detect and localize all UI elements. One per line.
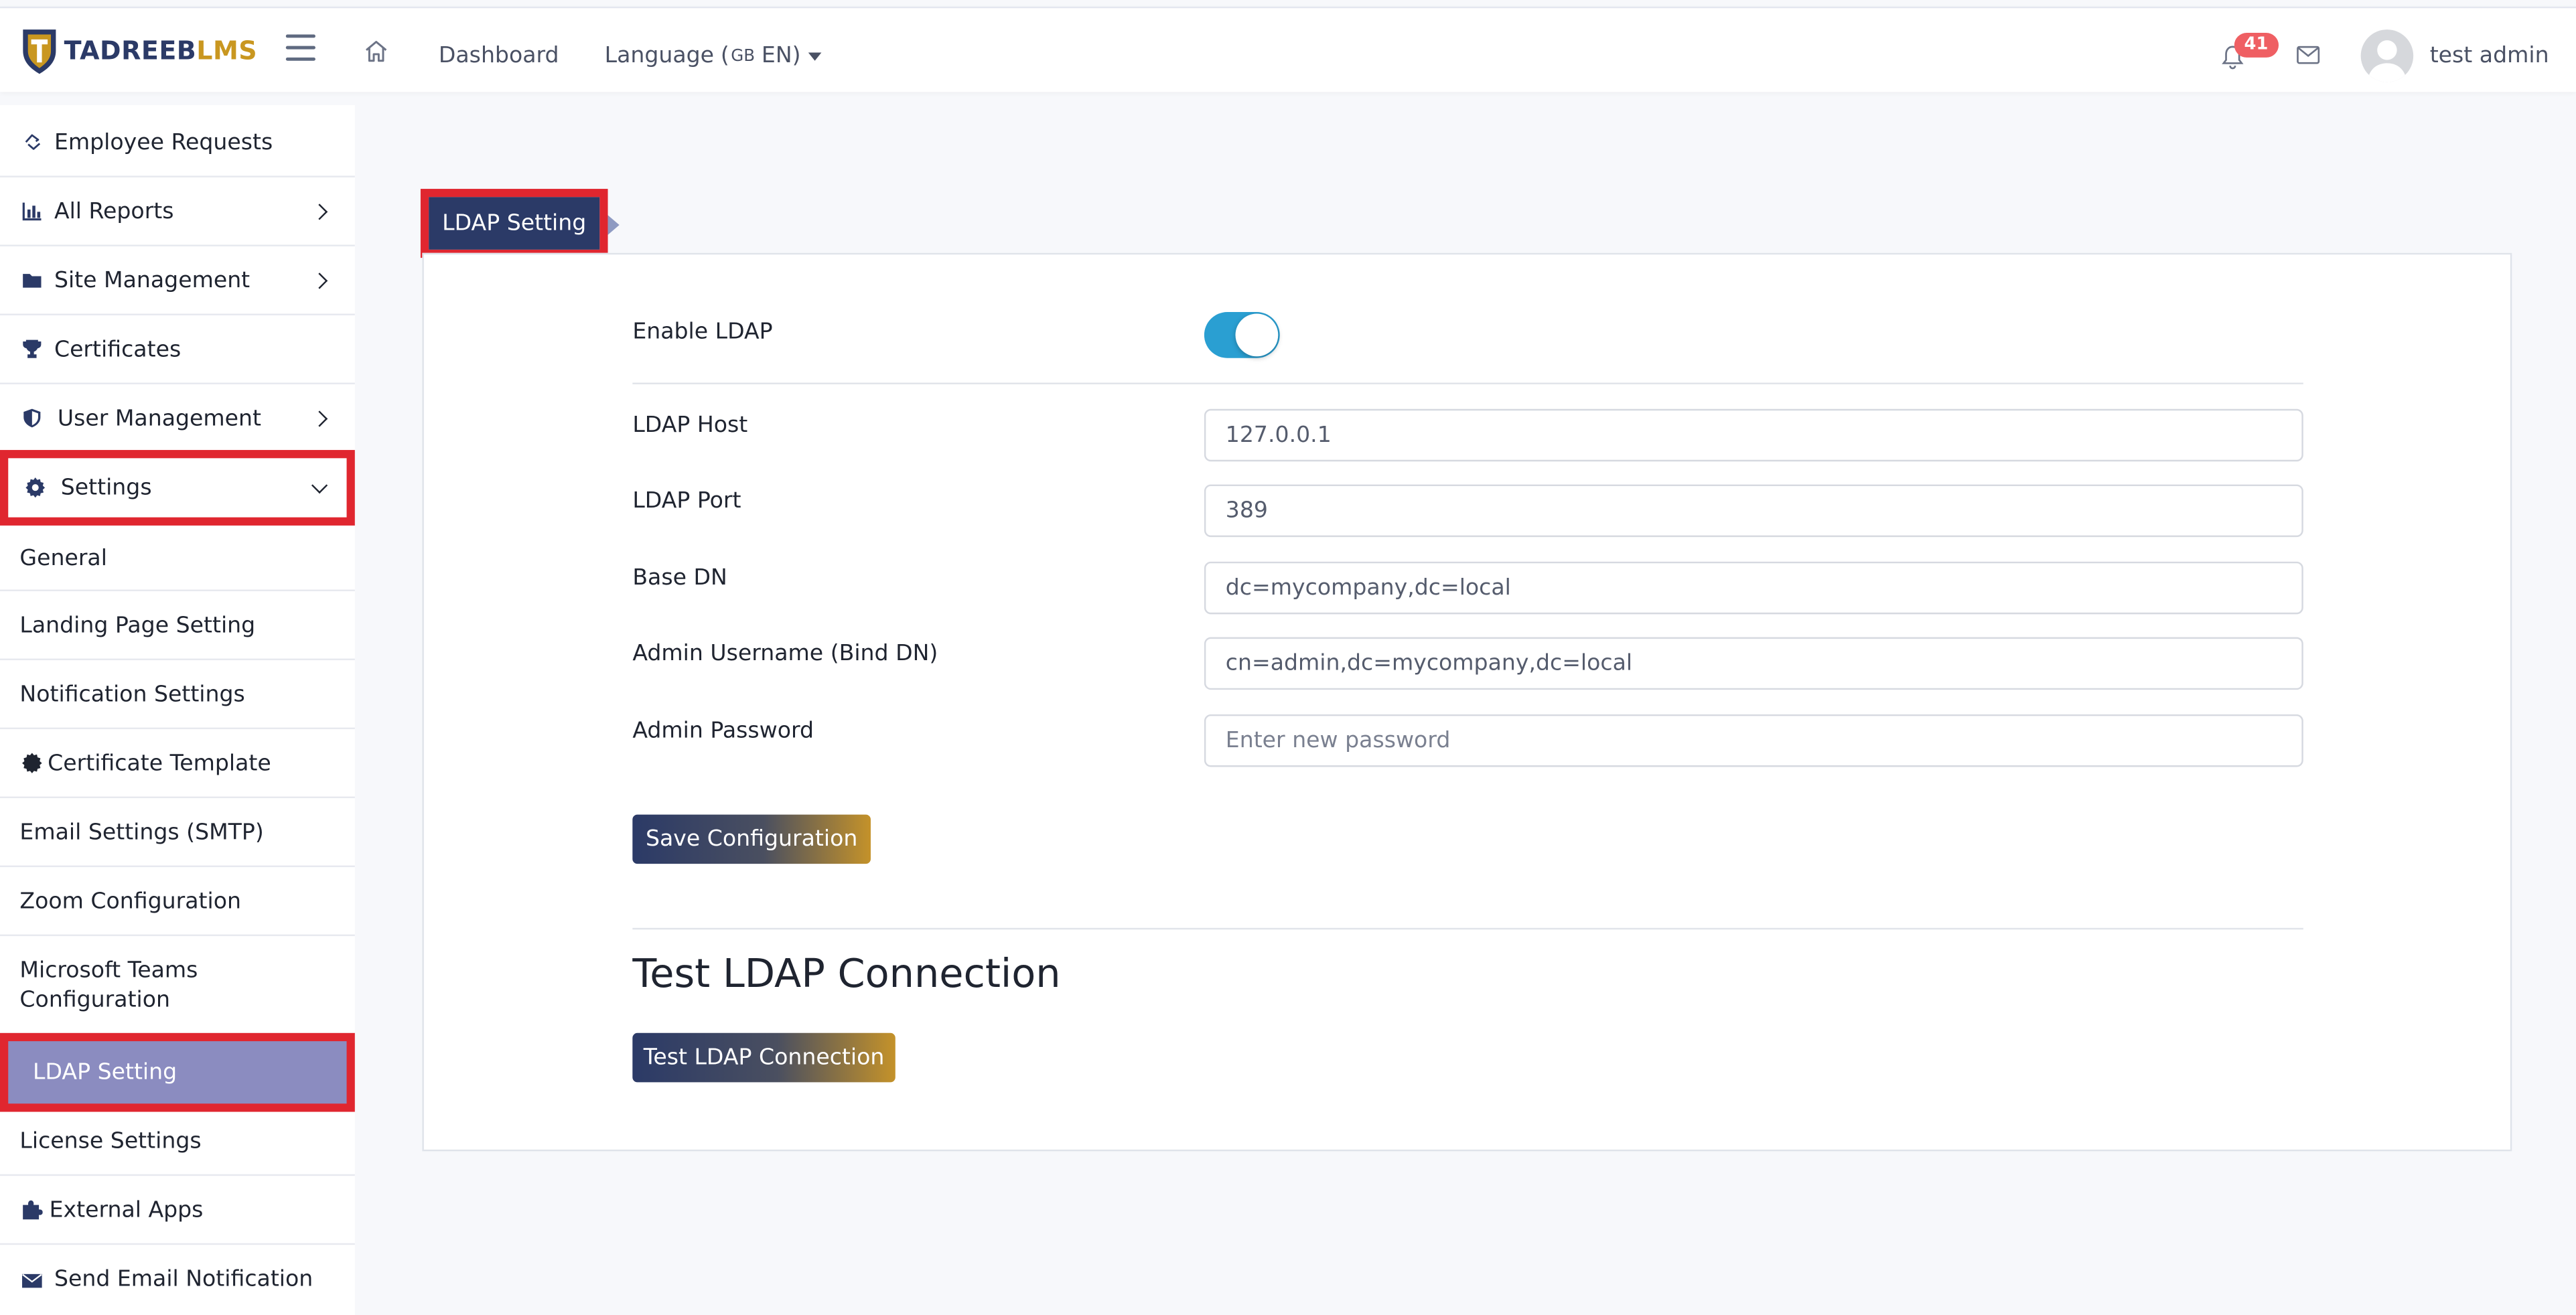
- sidebar-item-notification-settings[interactable]: Notification Settings: [0, 660, 355, 730]
- sidebar-item-general[interactable]: General: [0, 526, 355, 592]
- sidebar-item-certificate-template[interactable]: Certificate Template: [0, 729, 355, 799]
- flag-gb-icon: GB: [731, 46, 756, 65]
- hand-icon: [19, 131, 42, 153]
- shield-logo-icon: [23, 29, 56, 74]
- admin-username-label: Admin Username (Bind DN): [632, 640, 938, 667]
- chevron-down-icon: [311, 476, 328, 493]
- tab-arrow-icon: [607, 215, 620, 235]
- sidebar-item-zoom-configuration[interactable]: Zoom Configuration: [0, 867, 355, 937]
- enable-ldap-toggle[interactable]: [1204, 312, 1280, 358]
- sidebar-item-label: External Apps: [49, 1196, 204, 1223]
- sidebar-item-label: Notification Settings: [19, 680, 245, 707]
- sidebar: Employee Requests All Reports Site Manag…: [0, 104, 355, 1315]
- app-root: TADREEBLMS Dashboard Language ( GB EN ) …: [0, 0, 2576, 1315]
- notification-count-badge: 41: [2234, 33, 2279, 58]
- caret-down-icon: [808, 52, 822, 61]
- ldap-host-input[interactable]: 127.0.0.1: [1204, 408, 2303, 462]
- sidebar-item-label: Landing Page Setting: [19, 611, 256, 638]
- language-paren-open: (: [720, 42, 729, 70]
- sidebar-item-label: Zoom Configuration: [19, 887, 241, 914]
- sidebar-item-settings[interactable]: Settings: [0, 450, 355, 526]
- chevron-right-icon: [311, 203, 328, 220]
- shield-icon: [19, 406, 42, 429]
- language-dropdown[interactable]: Language ( GB EN ): [605, 43, 822, 69]
- sidebar-item-label: Site Management: [54, 266, 251, 293]
- language-code: EN: [761, 42, 792, 70]
- puzzle-icon: [19, 1198, 42, 1221]
- ldap-settings-card: Enable LDAP LDAP Host 127.0.0.1 LDAP Por…: [422, 252, 2512, 1152]
- sidebar-item-external-apps[interactable]: External Apps: [0, 1176, 355, 1245]
- avatar[interactable]: [2360, 29, 2414, 82]
- chevron-right-icon: [311, 410, 328, 427]
- sidebar-item-all-reports[interactable]: All Reports: [0, 177, 355, 246]
- base-dn-label: Base DN: [632, 564, 727, 592]
- sidebar-item-site-management[interactable]: Site Management: [0, 246, 355, 315]
- admin-password-input[interactable]: Enter new password: [1204, 714, 2303, 767]
- envelope-icon: [19, 1268, 42, 1291]
- toggle-knob: [1235, 313, 1279, 357]
- sidebar-item-email-settings[interactable]: Email Settings (SMTP): [0, 798, 355, 868]
- sidebar-item-label: General: [19, 544, 107, 571]
- save-configuration-button[interactable]: Save Configuration: [632, 814, 871, 864]
- sidebar-item-label: Send Email Notification: [54, 1266, 313, 1293]
- sidebar-item-license-settings[interactable]: License Settings: [0, 1107, 355, 1176]
- sidebar-item-certificates[interactable]: Certificates: [0, 315, 355, 384]
- sidebar-item-label: License Settings: [19, 1127, 202, 1154]
- main-content: LDAP Setting Enable LDAP LDAP Host 127.0…: [355, 92, 2576, 1315]
- gear-icon: [23, 475, 46, 498]
- tab-ldap-setting[interactable]: LDAP Setting: [429, 197, 600, 250]
- mail-icon[interactable]: [2297, 46, 2320, 64]
- test-ldap-connection-button[interactable]: Test LDAP Connection: [632, 1032, 896, 1083]
- test-connection-heading: Test LDAP Connection: [632, 951, 1061, 997]
- sidebar-item-send-email-notification[interactable]: Send Email Notification: [0, 1245, 355, 1314]
- nav-dashboard-link[interactable]: Dashboard: [439, 43, 559, 69]
- bar-chart-icon: [19, 200, 42, 222]
- sidebar-item-label: All Reports: [54, 198, 174, 224]
- logo-text-main: TADREEB: [64, 35, 197, 66]
- logo[interactable]: TADREEBLMS: [19, 25, 257, 77]
- admin-password-label: Admin Password: [632, 717, 814, 745]
- enable-ldap-label: Enable LDAP: [632, 318, 773, 345]
- base-dn-input[interactable]: dc=mycompany,dc=local: [1204, 561, 2303, 615]
- language-paren-close: ): [792, 42, 801, 70]
- ldap-port-input[interactable]: 389: [1204, 484, 2303, 538]
- sidebar-item-user-management[interactable]: User Management: [0, 384, 355, 453]
- menu-toggle-icon[interactable]: [285, 34, 315, 61]
- logo-text-accent: LMS: [196, 35, 258, 66]
- home-icon[interactable]: [363, 37, 389, 64]
- ldap-port-label: LDAP Port: [632, 487, 741, 514]
- folder-icon: [19, 268, 42, 291]
- sidebar-item-label: Email Settings (SMTP): [19, 818, 264, 845]
- ldap-host-label: LDAP Host: [632, 412, 748, 439]
- sidebar-item-label: Settings: [60, 473, 152, 500]
- divider: [632, 382, 2303, 384]
- sidebar-item-label: Microsoft Teams Configuration: [19, 956, 198, 1013]
- logo-text: TADREEBLMS: [64, 36, 258, 66]
- divider: [632, 927, 2303, 930]
- sidebar-item-ldap-highlight: [0, 1032, 355, 1112]
- user-avatar-icon: [2367, 40, 2407, 82]
- language-label: Language: [604, 42, 715, 70]
- user-name[interactable]: test admin: [2430, 43, 2549, 69]
- sidebar-item-label: Certificate Template: [48, 749, 271, 776]
- chevron-right-icon: [311, 272, 328, 289]
- admin-username-input[interactable]: cn=admin,dc=mycompany,dc=local: [1204, 637, 2303, 690]
- sidebar-item-label: Employee Requests: [54, 129, 273, 155]
- trophy-icon: [19, 337, 42, 360]
- certificate-icon: [19, 751, 42, 774]
- sidebar-item-label: User Management: [57, 404, 261, 431]
- sidebar-item-microsoft-teams[interactable]: Microsoft Teams Configuration: [0, 936, 355, 1035]
- sidebar-item-landing-page-setting[interactable]: Landing Page Setting: [0, 591, 355, 661]
- sidebar-item-employee-requests[interactable]: Employee Requests: [0, 108, 355, 177]
- top-navbar: TADREEBLMS Dashboard Language ( GB EN ) …: [0, 6, 2576, 92]
- sidebar-item-label: Certificates: [54, 335, 182, 362]
